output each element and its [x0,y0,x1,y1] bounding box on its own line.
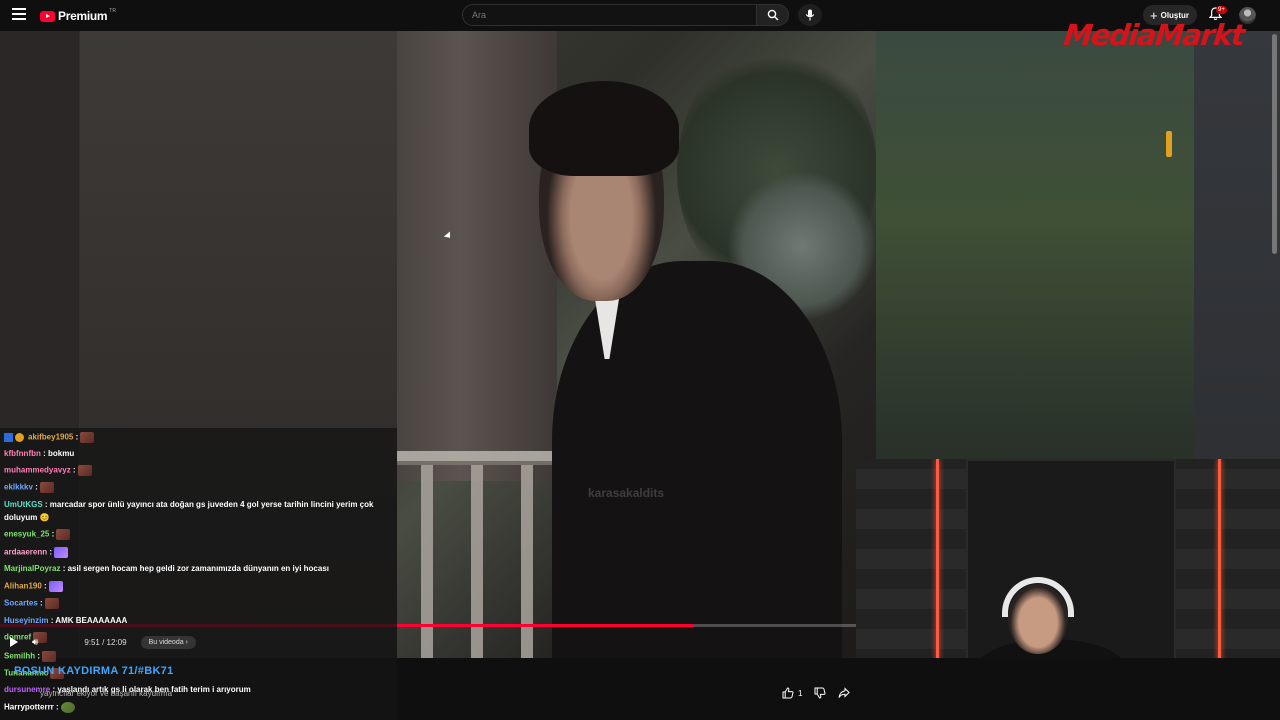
mediamarkt-logo: MediaMarkt [1062,18,1246,52]
chat-username[interactable]: eklkkkv [4,483,33,492]
chat-message-text: bokmu [45,449,75,458]
chat-emote-icon [44,598,59,609]
chat-message: MarjinalPoyraz : asil sergen hocam hep g… [4,564,329,573]
chat-message: doluyum 😊 [4,513,50,522]
neon-light-left [936,459,939,689]
chat-separator: : [41,581,47,591]
man-jacket [552,261,842,658]
chat-emote-icon [48,581,63,592]
chat-username[interactable]: akifbey1905 [28,433,73,442]
thumbs-up-icon [782,687,794,699]
chat-separator: : [32,482,38,492]
ticker-text: POSUN KAYDIRMA 71/#BK71 [14,665,174,677]
chat-username[interactable]: UmUtKGS [4,500,43,509]
neon-light-right [1218,459,1221,689]
chat-message: Alihan190 : [4,581,63,592]
chat-username[interactable]: Semilhh [4,652,35,661]
chat-emote-icon [42,651,57,662]
chat-username[interactable]: Alihan190 [4,582,42,591]
chat-username[interactable]: Harrypotterrr [4,703,54,712]
like-button[interactable]: 1 [776,683,808,703]
chat-separator: : [73,432,79,442]
chat-message: Huseyinzim : AMK BEAAAAAAA [4,616,127,625]
volume-icon[interactable]: 🔊︎ [32,637,38,648]
chat-message: Semilhh : [4,651,57,662]
chat-message: enesyuk_25 : [4,529,71,540]
chat-username[interactable]: kfbfnnfbn [4,449,41,458]
chat-message: eklkkkv : [4,482,54,493]
hamburger-menu-icon[interactable] [12,8,26,22]
ticker-subtext: yayıncılar ekiyor ve başarılı kaydırma [40,689,173,698]
chat-separator: : [53,702,59,712]
tree-trunk [397,31,557,481]
chat-emote-icon [60,702,75,713]
share-button[interactable] [832,683,856,703]
chat-message: UmUtKGS : marcadar spor ünlü yayıncı ata… [4,500,373,509]
chat-message: ardaaerenn : [4,547,69,558]
voice-search-button[interactable] [798,4,822,26]
chat-message-text: AMK BEAAAAAAA [53,616,128,625]
mic-icon [805,9,815,21]
youtube-play-icon [40,10,55,22]
notification-badge: 9+ [1216,6,1227,14]
page-scrollbar[interactable] [1272,34,1277,254]
man-hair [529,81,679,176]
like-count: 1 [798,688,803,698]
chat-separator: : [70,465,76,475]
chat-emote-icon [77,465,92,476]
share-icon [838,687,851,698]
video-watermark: karasakaldits [588,486,665,500]
thumbs-down-icon [814,687,826,699]
chat-username[interactable]: Socartes [4,599,38,608]
chat-emote-icon [80,432,95,443]
chat-emote-icon [56,529,71,540]
chat-username[interactable]: ardaaerenn [4,548,47,557]
search-icon [767,9,779,21]
chat-separator: : [35,651,41,661]
search-box [462,4,757,26]
youtube-premium-logo[interactable]: Premium TR [40,8,116,23]
player-controls: 🔊︎ 9:51 / 12:09 Bu videoda › [0,633,196,651]
chapter-chip-label: Bu videoda [148,638,184,646]
background-mark [1166,131,1172,157]
play-icon[interactable] [10,637,18,647]
stream-ticker: POSUN KAYDIRMA 71/#BK71 [14,665,174,677]
video-frame [397,31,876,658]
search-button[interactable] [757,4,789,26]
chat-separator: : [49,529,55,539]
chat-message: akifbey1905 : [4,432,95,443]
chat-message: muhammedyavyz : [4,465,92,476]
chat-username[interactable]: muhammedyavyz [4,466,71,475]
time-display: 9:51 / 12:09 [84,637,127,647]
video-actions: 1 [776,683,856,703]
chat-badge-icon [4,433,13,442]
chat-separator: : [47,547,53,557]
chat-separator: : [37,598,43,608]
logo-country-code: TR [109,8,116,14]
logo-text: Premium [58,9,108,23]
chat-message: Harrypotterrr : [4,702,75,713]
search-input[interactable] [463,5,756,25]
chat-message-text: asil sergen hocam hep geldi zor zamanımı… [65,564,329,573]
chat-emote-icon [39,482,54,493]
chat-message: kfbfnnfbn : bokmu [4,449,74,458]
chat-badge-icon [15,433,24,442]
chat-username[interactable]: Huseyinzim [4,616,48,625]
chat-message: Socartes : [4,598,59,609]
streamer-webcam [856,459,1280,689]
chat-username[interactable]: enesyuk_25 [4,530,49,539]
chat-message-text: doluyum 😊 [4,513,50,522]
dislike-button[interactable] [808,683,832,703]
chat-message-text: marcadar spor ünlü yayıncı ata doğan gs … [47,500,374,509]
chapter-chip[interactable]: Bu videoda › [140,635,196,649]
chat-emote-icon [54,547,69,558]
chat-username[interactable]: MarjinalPoyraz [4,564,60,573]
